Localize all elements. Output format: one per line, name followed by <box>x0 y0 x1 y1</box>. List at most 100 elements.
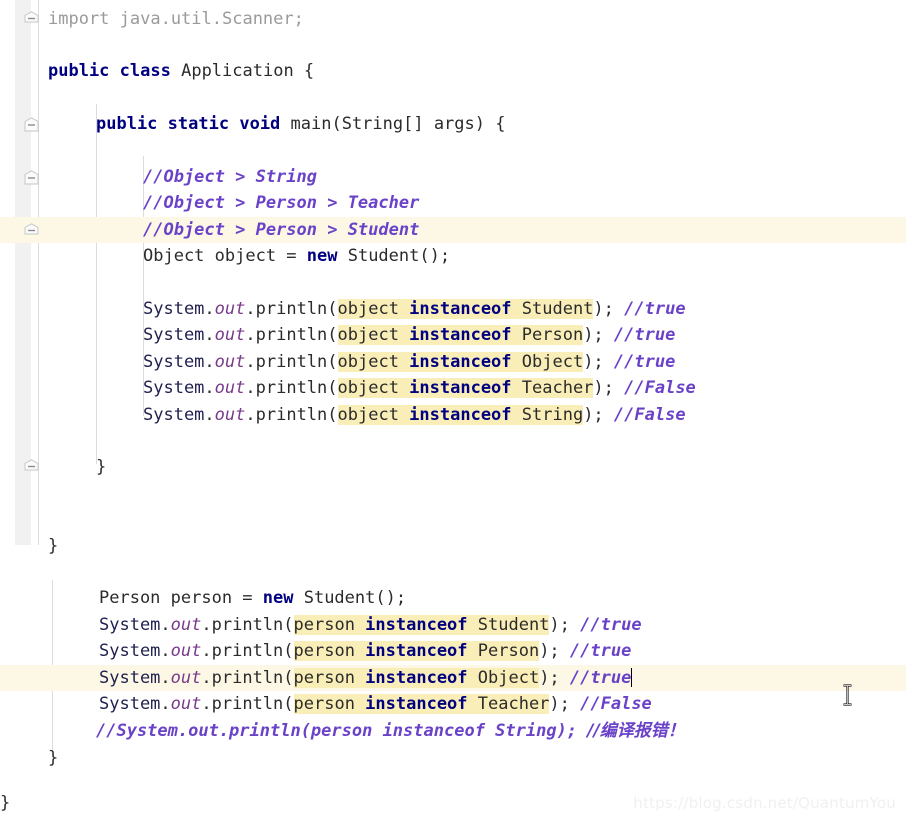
code-line[interactable]: System.out.println(person instanceof Obj… <box>0 665 906 691</box>
code-fold-icon[interactable] <box>24 170 39 185</box>
code-token: void <box>239 114 281 134</box>
code-token: instanceof <box>409 405 512 425</box>
code-token: .println( <box>245 352 338 372</box>
code-line[interactable]: } <box>0 454 906 480</box>
code-line[interactable]: System.out.println(object instanceof Tea… <box>0 375 906 401</box>
code-fold-icon[interactable] <box>24 459 39 474</box>
code-token: instanceof <box>409 378 512 398</box>
code-token: person <box>293 668 366 688</box>
code-token: String <box>511 405 584 425</box>
code-token: Student <box>511 299 594 319</box>
code-line[interactable]: //System.out.println(person instanceof S… <box>0 718 906 744</box>
code-token: //False <box>580 694 652 714</box>
code-token: . <box>204 405 215 425</box>
code-token: out <box>214 352 246 372</box>
code-token: out <box>214 405 246 425</box>
code-line[interactable]: } <box>0 533 906 559</box>
code-line[interactable]: } <box>0 745 906 771</box>
code-token: System <box>143 325 205 345</box>
code-fold-icon[interactable] <box>24 117 39 132</box>
code-line[interactable]: System.out.println(person instanceof Stu… <box>0 612 906 638</box>
editor-panel-upper[interactable]: import java.util.Scanner; public class Ap… <box>0 0 906 568</box>
code-fold-icon[interactable] <box>24 11 39 26</box>
code-token: out <box>214 378 246 398</box>
code-token: //System.out.println(person instanceof S… <box>96 721 588 741</box>
code-token: Person person = <box>99 588 263 608</box>
code-token: ); <box>539 641 570 661</box>
code-line[interactable]: System.out.println(object instanceof Obj… <box>0 349 906 375</box>
code-line[interactable]: Object object = new Student(); <box>0 243 906 269</box>
code-line[interactable]: Person person = new Student(); <box>0 585 906 611</box>
code-token: main(String[] args) { <box>280 114 506 134</box>
code-token: .println( <box>201 668 294 688</box>
code-token: Object <box>467 668 540 688</box>
code-token: } <box>48 536 59 556</box>
code-token: object <box>337 378 410 398</box>
code-token: //true <box>569 641 632 661</box>
code-token: ); <box>549 615 581 635</box>
code-token: .println( <box>245 299 338 319</box>
code-token: .println( <box>201 615 294 635</box>
code-token: instanceof <box>409 299 512 319</box>
code-token: //False <box>613 405 686 425</box>
code-line[interactable]: System.out.println(person instanceof Per… <box>0 638 906 664</box>
code-token: . <box>204 325 215 345</box>
code-token: System <box>99 668 161 688</box>
code-token: object <box>337 405 410 425</box>
code-token: //False <box>624 378 696 398</box>
code-token: } <box>96 457 107 477</box>
code-line[interactable]: //Object > Person > Student <box>0 217 906 243</box>
code-token: instanceof <box>409 325 512 345</box>
code-token: class <box>119 61 171 81</box>
code-token: System <box>143 352 205 372</box>
code-token: person <box>293 615 366 635</box>
code-token: public <box>48 61 110 81</box>
code-token: instanceof <box>365 615 468 635</box>
code-token: . <box>160 641 171 661</box>
code-token: ); <box>593 299 625 319</box>
code-token: Person <box>467 641 540 661</box>
code-token: Teacher <box>467 694 550 714</box>
code-line[interactable]: System.out.println(person instanceof Tea… <box>0 691 906 717</box>
code-token: System <box>99 615 161 635</box>
code-line[interactable]: System.out.println(object instanceof Stu… <box>0 296 906 322</box>
code-token: Student(); <box>293 588 407 608</box>
code-token: person <box>293 641 366 661</box>
text-caret <box>631 668 633 687</box>
code-token: Person <box>511 325 584 345</box>
code-token: ); <box>539 668 570 688</box>
code-token: person <box>293 694 366 714</box>
watermark-url: https://blog.csdn.net/QuantumYou <box>633 794 896 812</box>
code-token: new <box>306 246 338 266</box>
code-line[interactable]: //Object > String <box>0 164 906 190</box>
code-token: .println( <box>245 405 338 425</box>
code-line[interactable]: System.out.println(object instanceof Per… <box>0 322 906 348</box>
code-token: ); <box>583 405 614 425</box>
editor-panel-lower[interactable]: Person person = new Student(); System.out… <box>0 575 906 820</box>
code-line[interactable]: public class Application { <box>0 58 906 84</box>
code-fold-icon[interactable] <box>24 223 39 238</box>
code-token: Object <box>511 352 584 372</box>
code-token: out <box>170 668 202 688</box>
code-token: .println( <box>201 641 294 661</box>
code-token: //true <box>580 615 642 635</box>
code-line[interactable]: System.out.println(object instanceof Str… <box>0 402 906 428</box>
code-token: . <box>204 352 215 372</box>
code-token: object <box>337 299 410 319</box>
code-token: //Object > Person > Teacher <box>143 193 420 213</box>
code-token: . <box>160 615 171 635</box>
code-token: out <box>170 641 202 661</box>
code-token: Object object = <box>143 246 307 266</box>
ibeam-cursor <box>842 684 853 706</box>
code-token: . <box>204 299 215 319</box>
code-token: } <box>0 793 11 813</box>
code-line[interactable]: //Object > Person > Teacher <box>0 190 906 216</box>
code-token: import java.util.Scanner; <box>48 9 304 29</box>
code-token: object <box>337 325 410 345</box>
code-token: .println( <box>245 325 338 345</box>
code-token: System <box>143 405 205 425</box>
code-line[interactable]: import java.util.Scanner; <box>0 6 906 32</box>
code-line[interactable]: public static void main(String[] args) { <box>0 111 906 137</box>
